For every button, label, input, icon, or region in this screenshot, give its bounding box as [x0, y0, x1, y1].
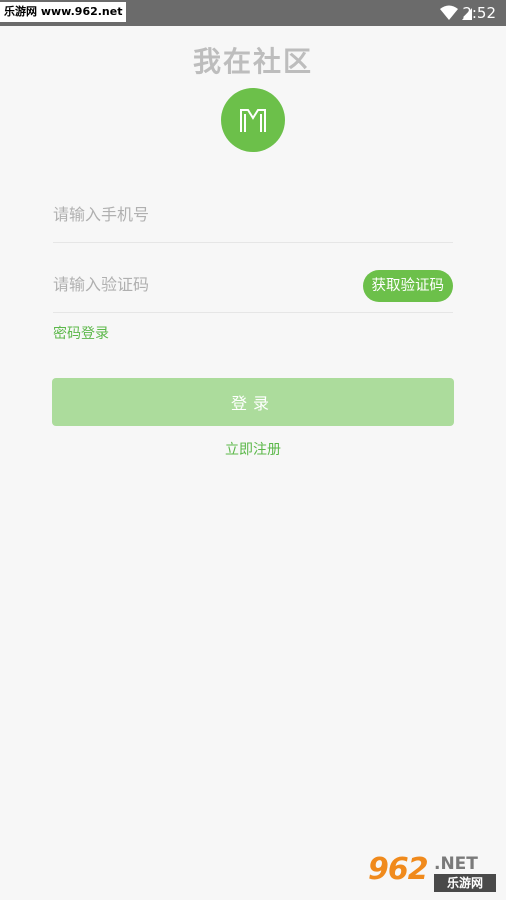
register-link[interactable]: 立即注册	[0, 440, 506, 460]
app-title: 我在社区	[192, 45, 313, 78]
watermark-net: .NET	[434, 854, 478, 874]
code-field: 获取验证码	[53, 262, 453, 313]
status-bar: 乐游网 www.962.net 2:52	[0, 0, 506, 26]
watermark-962: 962	[368, 852, 429, 887]
status-time: 2:52	[462, 4, 496, 22]
login-button[interactable]: 登录	[52, 378, 454, 426]
phone-field	[53, 192, 453, 243]
password-login-link[interactable]: 密码登录	[53, 324, 109, 344]
wifi-icon	[440, 5, 458, 20]
watermark-top: 乐游网 www.962.net	[0, 2, 127, 22]
watermark-bottom: 962 .NET 乐游网	[368, 852, 500, 896]
phone-input[interactable]	[53, 192, 343, 236]
verification-code-input[interactable]	[53, 262, 343, 306]
watermark-cn: 乐游网	[434, 874, 496, 892]
community-logo-icon	[221, 88, 285, 152]
get-code-button[interactable]: 获取验证码	[362, 270, 453, 302]
